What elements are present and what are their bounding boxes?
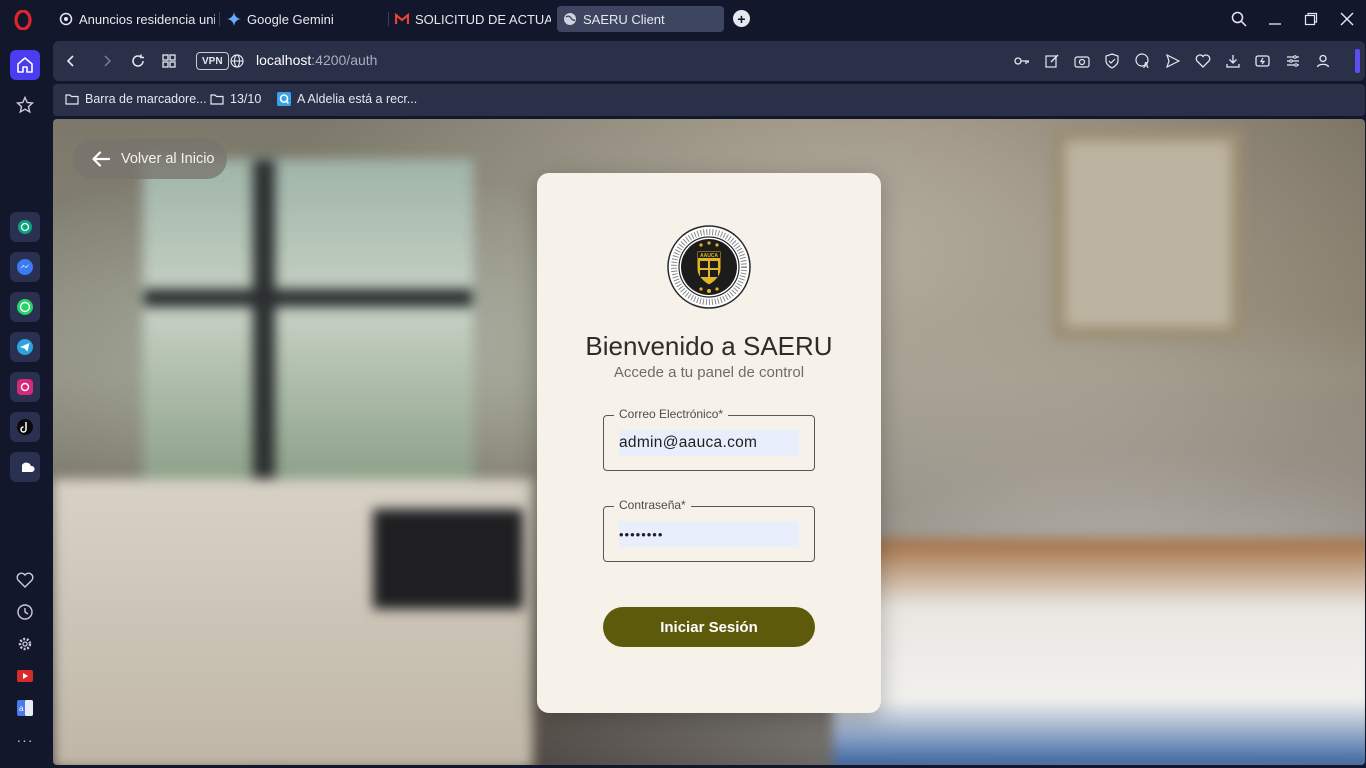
tab-title: Anuncios residencia unive (79, 11, 215, 27)
whatsapp-icon[interactable] (10, 292, 40, 322)
search-tabs-icon[interactable] (1227, 8, 1251, 30)
globe-icon (563, 12, 577, 26)
bookmarks-bar: Barra de marcadore... 13/10 A Aldelia es… (53, 84, 1365, 116)
settings-icon[interactable] (10, 629, 40, 659)
background-bed (833, 539, 1365, 765)
back-label: Volver al Inicio (121, 151, 215, 167)
email-field[interactable]: Correo Electrónico* admin@aauca.com (603, 407, 815, 471)
password-input[interactable]: •••••••• (619, 521, 799, 547)
background-picture (1053, 129, 1243, 339)
login-button[interactable]: Iniciar Sesión (603, 607, 815, 647)
folder-icon (65, 92, 79, 106)
messenger-icon[interactable] (10, 252, 40, 282)
tab-title: Google Gemini (247, 11, 334, 27)
speed-dial-icon[interactable] (159, 51, 179, 71)
bookmark-label: Barra de marcadore... (85, 92, 207, 106)
battery-saver-icon[interactable] (1253, 51, 1273, 71)
bookmark-label: 13/10 (230, 92, 262, 106)
forward-nav-icon[interactable] (97, 51, 117, 71)
tab-title: SAERU Client (583, 11, 665, 27)
player-icon[interactable] (10, 661, 40, 691)
bookmark-item[interactable]: 13/10 (210, 92, 261, 106)
address-bar: VPN localhost:4200/auth A (53, 41, 1365, 81)
university-seal-logo: AAUCA (667, 225, 751, 309)
star-icon[interactable] (10, 90, 40, 120)
bookmark-item[interactable]: Barra de marcadore... (65, 92, 207, 106)
sidebar-accent-strip (1355, 49, 1360, 73)
password-field[interactable]: Contraseña* •••••••• (603, 498, 815, 562)
send-icon[interactable] (1163, 51, 1183, 71)
browser-sidebar: a ··· (0, 38, 50, 768)
back-nav-icon[interactable] (61, 51, 81, 71)
url-host: localhost (256, 52, 312, 68)
tab-separator (388, 12, 389, 26)
heart-icon[interactable] (1193, 51, 1213, 71)
page-subtitle: Accede a tu panel de control (613, 364, 805, 381)
camera-icon[interactable] (1072, 51, 1092, 71)
new-tab-button[interactable]: + (733, 10, 750, 27)
easy-setup-icon[interactable] (1283, 51, 1303, 71)
minimize-icon[interactable] (1263, 8, 1287, 30)
gemini-icon (227, 12, 241, 26)
translate-icon[interactable]: a (10, 693, 40, 723)
tab-separator (219, 12, 220, 26)
instagram-icon[interactable] (10, 372, 40, 402)
svg-text:a: a (19, 704, 24, 713)
background-laptop (373, 509, 523, 609)
home-icon[interactable] (10, 50, 40, 80)
url-path: :4200/auth (311, 52, 378, 68)
background-window-frame (143, 289, 473, 307)
history-icon[interactable] (10, 597, 40, 627)
chatgpt-icon[interactable] (10, 212, 40, 242)
chatgpt-icon (59, 12, 73, 26)
page-title: Bienvenido a SAERU (585, 331, 833, 361)
translate-page-icon[interactable]: A (1133, 51, 1153, 71)
close-window-icon[interactable] (1335, 8, 1359, 30)
profile-icon[interactable] (1313, 51, 1333, 71)
download-icon[interactable] (1223, 51, 1243, 71)
site-icon (277, 92, 291, 106)
soundcloud-icon[interactable] (10, 452, 40, 482)
arrow-left-icon (91, 149, 111, 169)
password-label: Contraseña* (614, 498, 691, 512)
background-window (143, 159, 473, 489)
heart-icon[interactable] (10, 565, 40, 595)
gmail-icon (395, 12, 409, 26)
telegram-icon[interactable] (10, 332, 40, 362)
tab-gmail[interactable]: SOLICITUD DE ACTUALIZA (391, 6, 551, 32)
bookmark-label: A Aldelia está a recr... (297, 92, 418, 106)
site-globe-icon[interactable] (227, 51, 247, 71)
tab-bar: Anuncios residencia unive Google Gemini … (0, 0, 1366, 38)
url-field[interactable]: localhost:4200/auth (256, 52, 377, 68)
back-to-home-button[interactable]: Volver al Inicio (73, 139, 227, 179)
tab-anuncios[interactable]: Anuncios residencia unive (55, 6, 215, 32)
reload-icon[interactable] (128, 51, 148, 71)
folder-icon (210, 92, 224, 106)
edit-icon[interactable] (1042, 51, 1062, 71)
vpn-badge[interactable]: VPN (196, 52, 229, 70)
email-input[interactable]: admin@aauca.com (619, 430, 799, 456)
tab-title: SOLICITUD DE ACTUALIZA (415, 11, 551, 27)
restore-icon[interactable] (1299, 8, 1323, 30)
tab-gemini[interactable]: Google Gemini (223, 6, 383, 32)
login-card: AAUCA Bienvenido a SAERU Accede a tu pan… (537, 173, 881, 713)
opera-logo-icon[interactable] (12, 9, 34, 31)
tab-saeru-client[interactable]: SAERU Client (557, 6, 724, 32)
tiktok-icon[interactable] (10, 412, 40, 442)
page-viewport: Volver al Inicio AAUCA Bienvenido a SAER… (53, 119, 1365, 765)
svg-text:A: A (1143, 61, 1149, 69)
shield-icon[interactable] (1102, 51, 1122, 71)
bookmark-item[interactable]: A Aldelia está a recr... (277, 92, 417, 106)
key-icon[interactable] (1012, 51, 1032, 71)
more-options-icon[interactable]: ··· (10, 725, 40, 755)
email-label: Correo Electrónico* (614, 407, 729, 421)
seal-shield-text: AAUCA (700, 253, 718, 259)
